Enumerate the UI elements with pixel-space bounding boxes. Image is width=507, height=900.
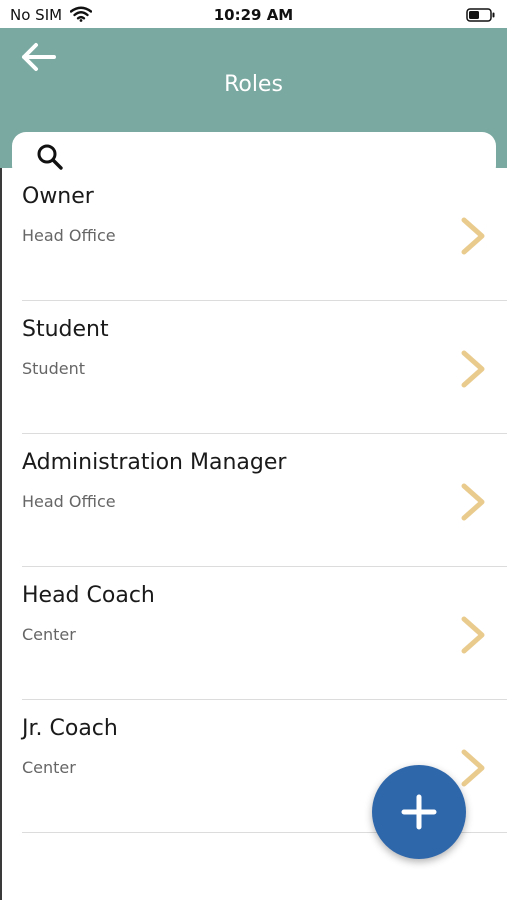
role-name: Administration Manager <box>22 450 287 475</box>
clock: 10:29 AM <box>213 6 294 24</box>
back-button[interactable] <box>20 40 60 74</box>
add-role-button[interactable] <box>372 765 466 859</box>
role-location: Student <box>22 359 85 378</box>
chevron-right-icon <box>458 615 488 659</box>
role-location: Head Office <box>22 492 116 511</box>
chevron-right-icon <box>458 216 488 260</box>
status-bar: No SIM 10:29 AM <box>0 0 507 30</box>
chevron-right-icon <box>458 482 488 526</box>
role-location: Center <box>22 758 76 777</box>
role-name: Jr. Coach <box>22 716 118 741</box>
role-item-student[interactable]: Student Student <box>0 301 507 434</box>
role-item-administration-manager[interactable]: Administration Manager Head Office <box>0 434 507 567</box>
chevron-right-icon <box>458 748 488 792</box>
chevron-right-icon <box>458 349 488 393</box>
role-location: Head Office <box>22 226 116 245</box>
battery-icon <box>466 7 496 22</box>
role-list: Owner Head Office Student Student Admini… <box>0 168 507 833</box>
role-name: Head Coach <box>22 583 155 608</box>
arrow-left-icon <box>22 43 56 71</box>
role-item-head-coach[interactable]: Head Coach Center <box>0 567 507 700</box>
plus-icon <box>401 794 437 830</box>
role-item-owner[interactable]: Owner Head Office <box>0 168 507 301</box>
role-name: Owner <box>22 184 94 209</box>
role-location: Center <box>22 625 76 644</box>
app-header: Roles <box>0 28 507 180</box>
page-title: Roles <box>224 72 283 97</box>
role-name: Student <box>22 317 109 342</box>
